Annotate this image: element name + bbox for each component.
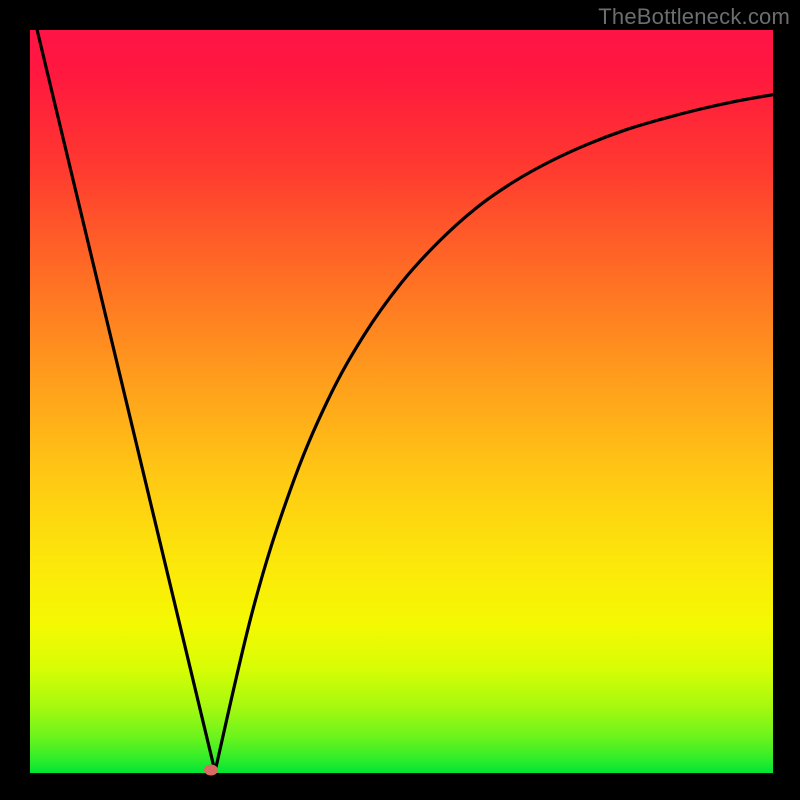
curve-left-branch: [30, 0, 215, 771]
plot-area: [30, 30, 773, 773]
curve-right-branch: [215, 95, 773, 772]
minimum-marker: [204, 765, 218, 776]
watermark-text: TheBottleneck.com: [598, 4, 790, 30]
curve-svg: [30, 30, 773, 773]
chart-container: TheBottleneck.com: [0, 0, 800, 800]
